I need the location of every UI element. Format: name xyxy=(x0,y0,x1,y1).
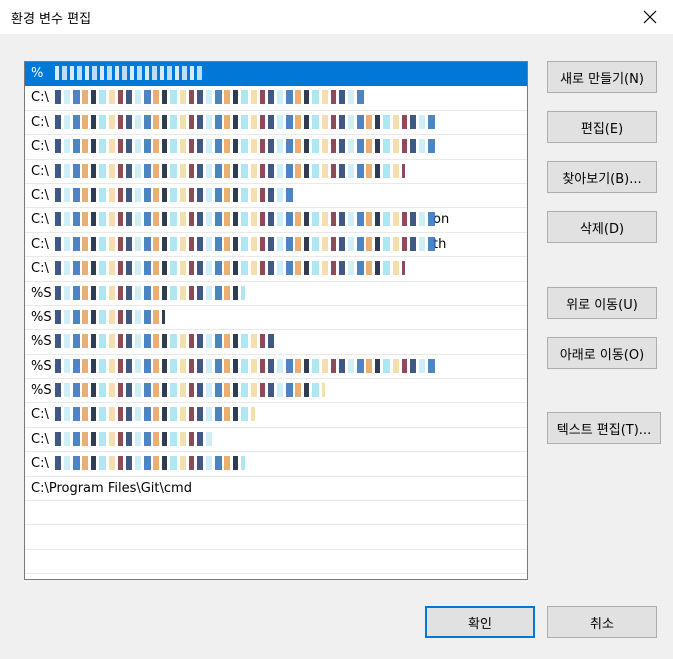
list-item[interactable]: C:\ xyxy=(25,452,527,477)
close-icon xyxy=(643,10,657,24)
redacted-path xyxy=(55,139,435,154)
list-item[interactable] xyxy=(25,501,527,526)
list-item[interactable]: % xyxy=(25,62,527,87)
redacted-path xyxy=(55,285,245,300)
list-item[interactable]: C:\ xyxy=(25,86,527,111)
edit-text-button[interactable]: 텍스트 편집(T)... xyxy=(547,412,661,444)
new-button[interactable]: 새로 만들기(N) xyxy=(547,61,657,93)
list-item-text: % xyxy=(31,66,44,81)
redacted-path xyxy=(55,261,405,276)
list-item-text: C:\ xyxy=(31,407,49,423)
list-item-text: %S xyxy=(31,383,52,399)
redacted-path xyxy=(55,163,405,178)
list-item[interactable]: C:\ xyxy=(25,184,527,209)
redacted-path xyxy=(55,66,205,80)
list-item-text: C:\ xyxy=(31,261,49,277)
list-item-text: C:\ xyxy=(31,114,49,130)
list-item[interactable]: C:\Program Files\Git\cmd xyxy=(25,477,527,502)
redacted-path xyxy=(55,90,365,105)
ok-button[interactable]: 확인 xyxy=(425,606,535,638)
redacted-path xyxy=(55,334,275,349)
list-item[interactable]: C:\ xyxy=(25,111,527,136)
window-title: 환경 변수 편집 xyxy=(11,12,92,27)
redacted-path xyxy=(55,187,295,202)
edit-button[interactable]: 편집(E) xyxy=(547,111,657,143)
title-bar: 환경 변수 편집 xyxy=(0,0,673,34)
redacted-path xyxy=(55,236,435,251)
redacted-path xyxy=(55,456,245,471)
list-item-text: C:\ xyxy=(31,163,49,179)
list-item-text: C:\ xyxy=(31,236,49,252)
list-item[interactable]: C:\ xyxy=(25,403,527,428)
redacted-path xyxy=(55,431,215,446)
list-item[interactable]: C:\ th xyxy=(25,233,527,258)
cancel-button[interactable]: 취소 xyxy=(547,606,657,638)
list-item-text: %S xyxy=(31,334,52,350)
list-item[interactable]: C:\ xyxy=(25,257,527,282)
list-item-tail: th xyxy=(433,236,447,252)
list-item[interactable]: C:\ xyxy=(25,160,527,184)
list-item[interactable] xyxy=(25,525,527,550)
list-item-text: %S xyxy=(31,309,52,325)
list-item[interactable]: C:\ xyxy=(25,428,527,453)
list-item[interactable]: %S xyxy=(25,282,527,306)
list-item-text: C:\Program Files\Git\cmd xyxy=(31,480,192,496)
move-down-button[interactable]: 아래로 이동(O) xyxy=(547,337,657,369)
list-item-text: %S xyxy=(31,358,52,374)
redacted-path xyxy=(55,114,435,129)
list-item-text: C:\ xyxy=(31,187,49,203)
list-item[interactable] xyxy=(25,550,527,575)
list-item-text: C:\ xyxy=(31,139,49,155)
redacted-path xyxy=(55,383,325,398)
list-item-text: %S xyxy=(31,285,52,301)
list-item[interactable]: %S xyxy=(25,379,527,404)
redacted-path xyxy=(55,309,165,324)
redacted-path xyxy=(55,212,435,227)
list-item-text: C:\ xyxy=(31,212,49,228)
list-item[interactable]: %S xyxy=(25,306,527,331)
list-item-text: C:\ xyxy=(31,456,49,472)
delete-button[interactable]: 삭제(D) xyxy=(547,211,657,243)
list-item-tail: on xyxy=(433,212,450,228)
redacted-path xyxy=(55,407,255,422)
close-button[interactable] xyxy=(627,0,673,34)
list-item[interactable]: %S xyxy=(25,355,527,380)
list-item-text: C:\ xyxy=(31,90,49,106)
list-item[interactable]: %S xyxy=(25,330,527,355)
redacted-path xyxy=(55,358,435,373)
list-item[interactable]: C:\ xyxy=(25,135,527,160)
list-item-text: C:\ xyxy=(31,431,49,447)
browse-button[interactable]: 찾아보기(B)... xyxy=(547,161,657,193)
path-list[interactable]: % C:\ C:\ C:\ C:\ C:\ C:\ on C:\ th C:\ %S %S %S %S %S C… xyxy=(24,61,528,580)
list-item[interactable]: C:\ on xyxy=(25,208,527,233)
move-up-button[interactable]: 위로 이동(U) xyxy=(547,287,657,319)
